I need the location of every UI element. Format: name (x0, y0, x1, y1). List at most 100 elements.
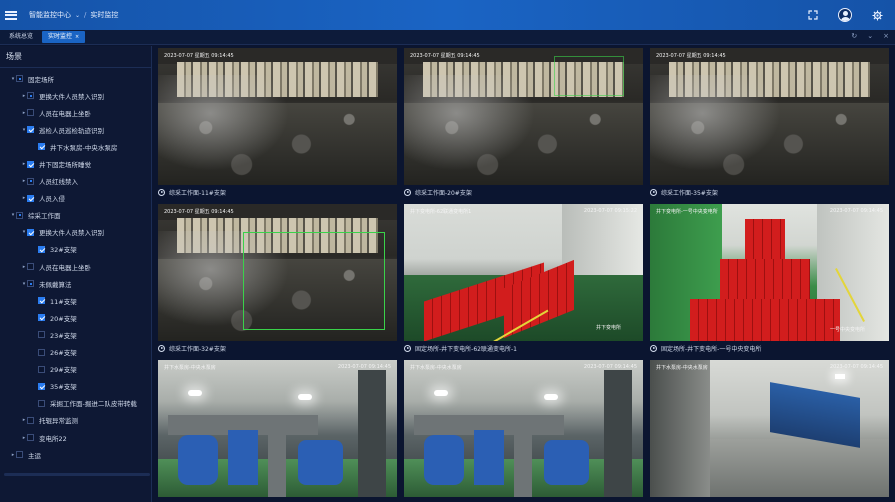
tab-label: 实时监控 (48, 33, 73, 40)
video-feed[interactable]: 2023-07-07 星期五 09:14:45 (158, 204, 397, 341)
tree-checkbox[interactable] (27, 434, 34, 442)
scene-sidebar: 场景 ▾ 固定场所 ▸ 更换大件人员禁入识别 ▸ 人员在电器上坐卧 ▾ 巡检人员巡检轨迹识别井… (0, 46, 152, 502)
tree-checkbox[interactable] (27, 160, 34, 168)
tree-checkbox[interactable] (38, 143, 45, 151)
tree-checkbox[interactable] (16, 211, 23, 219)
play-circle-icon[interactable] (158, 344, 165, 352)
tree-node[interactable]: ▾ 综采工作面 (0, 207, 151, 224)
video-osd-text: 井下水泵房-中央水泵房 (164, 365, 216, 371)
camera-label: 综采工作面-11#支架 (158, 187, 226, 197)
tree-checkbox[interactable] (38, 365, 45, 373)
tree-node[interactable]: ▸ 人员红线禁入 (0, 173, 151, 190)
camera-label: 综采工作面-32#支架 (158, 343, 226, 353)
horizontal-scrollbar[interactable] (4, 473, 150, 476)
detection-box (243, 232, 385, 330)
detection-box (554, 56, 624, 96)
menu-icon[interactable] (5, 10, 17, 20)
tree-node[interactable]: 井下水泵房-中央水泵房 (0, 138, 151, 155)
video-feed[interactable]: 2023-07-07 星期五 09:14:45 (158, 48, 397, 185)
tree-checkbox[interactable] (38, 331, 45, 339)
video-osd-text: 井下变电所 (595, 325, 621, 331)
tree-node[interactable]: 26#支架 (0, 344, 151, 361)
tree-node[interactable]: 35#支架 (0, 378, 151, 395)
play-circle-icon[interactable] (404, 188, 411, 196)
camera-label: 综采工作面-20#支架 (404, 187, 472, 197)
tree-checkbox[interactable] (27, 280, 34, 288)
fullscreen-icon[interactable] (805, 7, 821, 23)
tree-checkbox[interactable] (38, 382, 45, 390)
video-feed[interactable]: 井下水泵房-中央水泵房 2023-07-07 09:14:45 (650, 360, 889, 497)
chevron-down-icon[interactable]: ⌄ (867, 32, 873, 40)
video-osd-text: 2023-07-07 09:14:45 (583, 364, 637, 370)
tree-node-label: 20#支架 (50, 314, 77, 323)
tree-node-label: 人员在电器上坐卧 (39, 109, 91, 118)
tree-node[interactable]: 11#支架 (0, 292, 151, 309)
play-circle-icon[interactable] (650, 344, 657, 352)
close-icon[interactable]: × (883, 32, 889, 40)
tree-checkbox[interactable] (16, 451, 23, 459)
close-icon[interactable]: × (75, 34, 79, 40)
tree-node[interactable]: 20#支架 (0, 309, 151, 326)
tree-node[interactable]: ▾ 更换大件人员禁入识别 (0, 224, 151, 241)
tree-checkbox[interactable] (27, 177, 34, 185)
tree-checkbox[interactable] (27, 126, 34, 134)
user-avatar-icon[interactable] (837, 7, 853, 23)
tree-node[interactable]: 29#支架 (0, 361, 151, 378)
video-feed[interactable]: 井下变电所-62联通变电所1 2023-07-07 09:15:22 井下变电所 (404, 204, 643, 341)
tree-node-label: 23#支架 (50, 331, 77, 340)
sidebar-title: 场景 (0, 46, 151, 68)
tree-node[interactable]: ▾ 固定场所 (0, 70, 151, 87)
tree-checkbox[interactable] (27, 263, 34, 271)
tree-node[interactable]: ▸ 主运 (0, 446, 151, 463)
refresh-icon[interactable]: ↻ (851, 32, 857, 40)
play-circle-icon[interactable] (650, 188, 657, 196)
tab-system-overview[interactable]: 系统总览 (3, 31, 39, 43)
tree-checkbox[interactable] (27, 228, 34, 236)
video-feed[interactable]: 井下水泵房-中央水泵房 2023-07-07 09:14:45 (158, 360, 397, 497)
play-circle-icon[interactable] (404, 344, 411, 352)
video-feed[interactable]: 2023-07-07 星期五 09:14:45 (650, 48, 889, 185)
tree-checkbox[interactable] (27, 109, 34, 117)
camera-label: 固定场所-井下变电所-一号中央变电所 (650, 343, 761, 353)
tree-node-label: 人员入侵 (39, 195, 65, 204)
chevron-down-icon[interactable]: ⌄ (75, 12, 80, 19)
tree-node-label: 人员红线禁入 (39, 178, 78, 187)
tree-node[interactable]: ▸ 变电所22 (0, 429, 151, 446)
tree-node-label: 托辊异常监测 (39, 417, 78, 426)
play-circle-icon[interactable] (158, 188, 165, 196)
tree-checkbox[interactable] (27, 416, 34, 424)
video-osd-text: 2023-07-07 09:14:45 (337, 364, 391, 370)
tree-node[interactable]: ▸ 人员在电器上坐卧 (0, 258, 151, 275)
tree-node-label: 更换大件人员禁入识别 (39, 229, 104, 238)
tree-node[interactable]: ▸ 人员入侵 (0, 190, 151, 207)
breadcrumb-app-title[interactable]: 智能监控中心 (29, 10, 71, 20)
video-feed[interactable]: 井下变电所-一号中央变电所 2023-07-07 09:14:45 一号中央变电所 (650, 204, 889, 341)
tree-checkbox[interactable] (38, 314, 45, 322)
tree-node[interactable]: ▾ 巡检人员巡检轨迹识别 (0, 121, 151, 138)
tree-checkbox[interactable] (38, 399, 45, 407)
tree-checkbox[interactable] (38, 245, 45, 253)
tree-checkbox[interactable] (38, 297, 45, 305)
video-osd-text: 井下变电所-一号中央变电所 (656, 209, 718, 215)
tree-node[interactable]: ▸ 人员在电器上坐卧 (0, 104, 151, 121)
tree-checkbox[interactable] (16, 75, 23, 83)
tree-node[interactable]: ▸ 更换大件人员禁入识别 (0, 87, 151, 104)
tree-node[interactable]: 采掘工作面-掘进二队皮带转载 (0, 395, 151, 412)
video-feed[interactable]: 井下水泵房-中央水泵房 2023-07-07 09:14:45 (404, 360, 643, 497)
tree-checkbox[interactable] (27, 92, 34, 100)
tree-node[interactable]: ▾ 未佩戴算法 (0, 275, 151, 292)
tree-checkbox[interactable] (38, 348, 45, 356)
camera-label-text: 固定场所-井下变电所-一号中央变电所 (661, 345, 762, 353)
tab-realtime-monitor[interactable]: 实时监控 × (42, 31, 86, 43)
tree-checkbox[interactable] (27, 194, 34, 202)
tree-node[interactable]: ▸ 井下固定场所睡觉 (0, 155, 151, 172)
gear-icon[interactable] (869, 7, 885, 23)
video-osd-text: 井下水泵房-中央水泵房 (410, 365, 462, 371)
video-feed[interactable]: 2023-07-07 星期五 09:14:45 (404, 48, 643, 185)
tree-node[interactable]: 32#支架 (0, 241, 151, 258)
video-osd-text: 井下水泵房-中央水泵房 (656, 365, 708, 371)
tree-node[interactable]: ▸ 托辊异常监测 (0, 412, 151, 429)
tree-node[interactable]: 23#支架 (0, 326, 151, 343)
camera-label-text: 固定场所-井下变电所-62联通变电所-1 (415, 345, 517, 353)
tree-node-label: 更换大件人员禁入识别 (39, 92, 104, 101)
